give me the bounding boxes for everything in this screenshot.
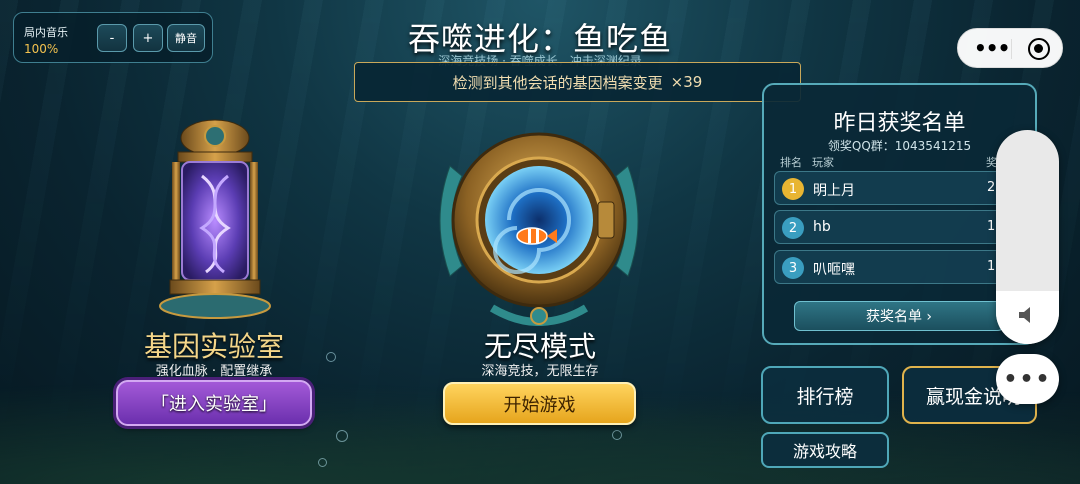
- close-program-icon[interactable]: [1028, 38, 1050, 60]
- winner-name: 明上月: [813, 183, 855, 199]
- endless-mode-subtitle: 深海竞技，无限生存: [481, 364, 599, 379]
- leaderboard-button[interactable]: 排行榜: [761, 366, 889, 424]
- winners-qq-group: 领奖QQ群：1043541215: [827, 139, 972, 153]
- winners-title: 昨日获奖名单: [833, 111, 966, 136]
- rank-badge: 2: [782, 217, 804, 239]
- endless-mode-porthole-icon[interactable]: [432, 116, 646, 326]
- start-game-button[interactable]: 开始游戏: [443, 382, 636, 425]
- game-guide-button[interactable]: 游戏攻略: [761, 432, 889, 468]
- gene-lab-capsule-icon[interactable]: [140, 116, 290, 321]
- winner-reward: 2: [987, 180, 996, 195]
- player-column-header: 玩家: [812, 156, 834, 169]
- winner-reward: 1: [987, 219, 996, 234]
- bubble: [336, 430, 348, 442]
- bubble: [318, 458, 327, 467]
- gene-lab-title: 基因实验室: [143, 330, 284, 363]
- system-volume-slider[interactable]: [996, 130, 1059, 344]
- rank-badge: 3: [782, 257, 804, 279]
- enter-lab-button[interactable]: 「进入实验室」: [116, 380, 312, 426]
- notice-count: ×39: [670, 73, 703, 91]
- winner-reward: 1: [987, 259, 996, 274]
- more-menu-icon[interactable]: •••: [974, 38, 1010, 58]
- notice-text: 检测到其他会话的基因档案变更: [452, 73, 663, 92]
- winner-name: hb: [813, 219, 831, 235]
- speaker-icon: [1019, 307, 1030, 323]
- endless-mode-title: 无尽模式: [483, 330, 596, 363]
- bubble: [612, 430, 622, 440]
- notice-banner: 检测到其他会话的基因档案变更 ×39: [354, 62, 801, 102]
- more-options-button[interactable]: •••: [996, 354, 1059, 404]
- winner-name: 叭咂嘿: [813, 262, 855, 278]
- gene-lab-subtitle: 强化血脉 · 配置继承: [155, 364, 273, 379]
- rank-badge: 1: [782, 178, 804, 200]
- mini-program-capsule: •••: [957, 28, 1063, 68]
- winners-list-button[interactable]: 获奖名单 ›: [794, 301, 1004, 331]
- rank-column-header: 排名: [780, 156, 802, 169]
- capsule-divider: [1011, 39, 1012, 59]
